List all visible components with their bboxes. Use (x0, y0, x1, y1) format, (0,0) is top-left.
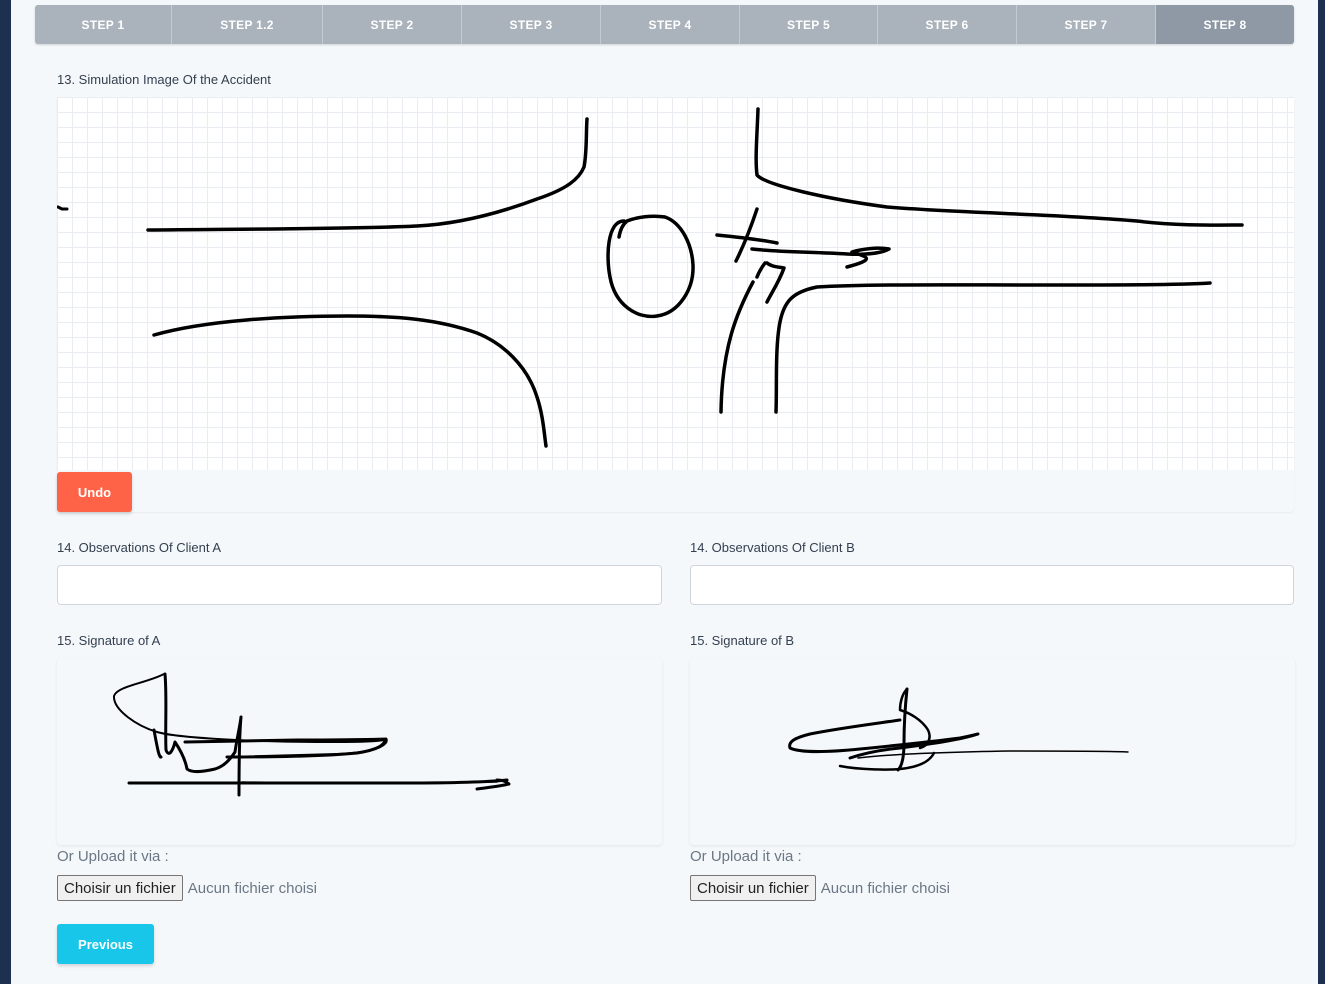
simulation-drawing-panel: Undo (57, 97, 1294, 512)
step-tab-6[interactable]: STEP 6 (878, 5, 1017, 44)
accident-sketch (57, 107, 1244, 448)
file-status-b: Aucun fichier choisi (820, 879, 950, 897)
signature-b-label: 15. Signature of B (690, 633, 795, 648)
file-input-a: Choisir un fichier Aucun fichier choisi (57, 875, 317, 901)
choose-file-b-button[interactable]: Choisir un fichier (690, 875, 816, 901)
step-tab-8[interactable]: STEP 8 (1156, 5, 1294, 44)
undo-button[interactable]: Undo (57, 472, 132, 512)
simulation-canvas[interactable] (57, 97, 1294, 470)
step-tab-7[interactable]: STEP 7 (1017, 5, 1156, 44)
previous-button[interactable]: Previous (57, 924, 154, 964)
step-tab-4[interactable]: STEP 4 (601, 5, 740, 44)
observations-b-label: 14. Observations Of Client B (690, 540, 855, 555)
observations-b-input[interactable] (690, 565, 1294, 605)
signature-b-drawing (788, 687, 1129, 772)
upload-b-label: Or Upload it via : (690, 848, 802, 865)
signature-a-label: 15. Signature of A (57, 633, 161, 648)
signature-b-pad[interactable] (690, 658, 1295, 845)
step-tab-1-2[interactable]: STEP 1.2 (172, 5, 323, 44)
file-input-b: Choisir un fichier Aucun fichier choisi (690, 875, 950, 901)
signature-a-pad[interactable] (57, 658, 662, 845)
choose-file-a-button[interactable]: Choisir un fichier (57, 875, 183, 901)
upload-a-label: Or Upload it via : (57, 848, 169, 865)
step-tab-1[interactable]: STEP 1 (35, 5, 172, 44)
observations-a-label: 14. Observations Of Client A (57, 540, 222, 555)
file-status-a: Aucun fichier choisi (187, 879, 317, 897)
observations-a-input[interactable] (57, 565, 662, 605)
step-tab-5[interactable]: STEP 5 (740, 5, 878, 44)
form-page: STEP 1 STEP 1.2 STEP 2 STEP 3 STEP 4 STE… (11, 0, 1318, 984)
signature-a-drawing (112, 672, 511, 797)
step-tab-3[interactable]: STEP 3 (462, 5, 601, 44)
simulation-label: 13. Simulation Image Of the Accident (57, 72, 271, 87)
step-tab-2[interactable]: STEP 2 (323, 5, 462, 44)
step-navigation: STEP 1 STEP 1.2 STEP 2 STEP 3 STEP 4 STE… (35, 5, 1294, 44)
